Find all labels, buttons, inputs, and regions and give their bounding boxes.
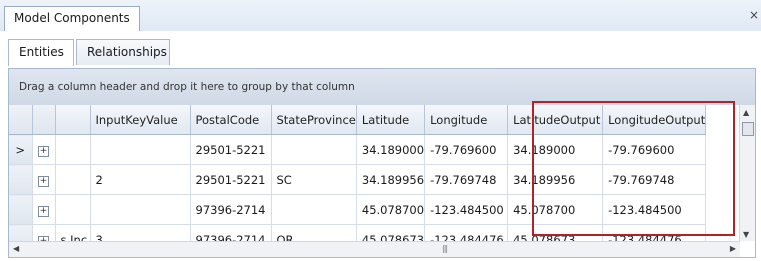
vertical-scrollbar[interactable]: ▲ ▼ (739, 105, 755, 241)
column-header-indicator (9, 105, 33, 135)
close-icon[interactable]: × (749, 8, 759, 22)
cell-postalcode[interactable]: 29501-5221 (190, 164, 272, 195)
tab-relationships[interactable]: Relationships (76, 39, 170, 65)
scroll-grip-icon[interactable]: ||| (442, 244, 448, 253)
output-columns-highlight (532, 101, 735, 236)
cell-inputkeyvalue[interactable] (90, 194, 191, 225)
cell-postalcode[interactable]: 29501-5221 (190, 134, 272, 165)
group-by-panel[interactable]: Drag a column header and drop it here to… (9, 69, 755, 105)
cell-stateprovince[interactable] (271, 194, 357, 225)
expand-icon[interactable]: + (32, 194, 56, 225)
cell-stateprovince[interactable] (271, 134, 357, 165)
column-header-latitude[interactable]: Latitude (356, 105, 426, 135)
row-indicator: > (9, 134, 33, 165)
cell-longitude[interactable]: -79.769600 (424, 134, 509, 165)
cell-name[interactable] (55, 164, 91, 195)
cell-stateprovince[interactable]: SC (271, 164, 357, 195)
column-header-inputkeyvalue[interactable]: InputKeyValue (90, 105, 191, 135)
column-header-expander (32, 105, 56, 135)
column-header-longitude[interactable]: Longitude (424, 105, 509, 135)
horizontal-scrollbar[interactable]: ◀ ||| ▶ (9, 241, 740, 257)
cell-name[interactable] (55, 194, 91, 225)
column-header-postalcode[interactable]: PostalCode (190, 105, 272, 135)
cell-longitude[interactable]: -79.769748 (424, 164, 509, 195)
cell-name[interactable] (55, 134, 91, 165)
cell-latitude[interactable]: 45.078700 (356, 194, 426, 225)
cell-latitude[interactable]: 34.189000 (356, 134, 426, 165)
scroll-down-icon[interactable]: ▼ (743, 230, 749, 239)
row-indicator (9, 164, 33, 195)
cell-inputkeyvalue[interactable]: 2 (90, 164, 191, 195)
group-by-hint: Drag a column header and drop it here to… (19, 81, 355, 93)
column-header-stateprovince[interactable]: StateProvince (271, 105, 357, 135)
expand-icon[interactable]: + (32, 134, 56, 165)
tab-entities[interactable]: Entities (8, 39, 74, 66)
scroll-thumb[interactable] (742, 122, 754, 136)
column-header-name[interactable] (55, 105, 91, 135)
row-indicator (9, 194, 33, 225)
expand-icon[interactable]: + (32, 164, 56, 195)
cell-longitude[interactable]: -123.484500 (424, 194, 509, 225)
cell-postalcode[interactable]: 97396-2714 (190, 194, 272, 225)
scroll-up-icon[interactable]: ▲ (743, 108, 749, 117)
cell-inputkeyvalue[interactable] (90, 134, 191, 165)
tab-model-components[interactable]: Model Components (4, 6, 140, 31)
scroll-left-icon[interactable]: ◀ (13, 244, 19, 253)
cell-latitude[interactable]: 34.189956 (356, 164, 426, 195)
scroll-right-icon[interactable]: ▶ (730, 244, 736, 253)
document-tab-strip: Model Components × (0, 0, 761, 32)
